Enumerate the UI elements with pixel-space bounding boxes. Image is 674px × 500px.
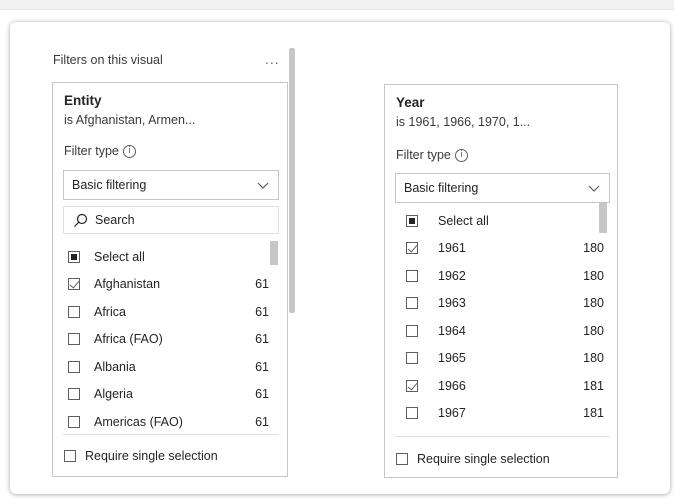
item-label: Select all [438, 213, 489, 228]
checkbox-icon[interactable] [406, 242, 418, 254]
item-label: Select all [94, 249, 145, 264]
item-count: 61 [255, 387, 269, 401]
checkbox-icon[interactable] [68, 250, 80, 263]
checkbox-icon[interactable] [406, 379, 418, 392]
list-item[interactable]: Africa (FAO) 61 [63, 326, 279, 353]
year-filter-card: Year is 1961, 1966, 1970, 1... Filter ty… [384, 84, 618, 478]
checkbox-icon[interactable] [68, 415, 80, 428]
item-label: Africa (FAO) [94, 332, 163, 346]
list-item[interactable]: Albania 61 [63, 353, 279, 380]
value-list: Select all 1961 180 1962 180 1963 180 1964 180 19… [395, 207, 610, 433]
filter-summary: is 1961, 1966, 1970, 1... [396, 115, 531, 129]
checkbox-icon[interactable] [406, 352, 418, 364]
value-list: Select all Afghanistan 61 Africa 61 Africa (F… [63, 243, 279, 433]
checkbox-icon[interactable] [406, 269, 418, 282]
require-single-label: Require single selection [85, 449, 218, 463]
checkbox-icon[interactable] [406, 214, 418, 227]
search-icon [74, 213, 88, 227]
list-item[interactable]: 1963 180 [395, 290, 610, 317]
divider [395, 436, 610, 437]
info-icon[interactable]: i [122, 144, 136, 158]
checkbox-icon[interactable] [68, 305, 80, 318]
item-count: 180 [583, 268, 604, 283]
item-label: 1964 [438, 323, 466, 338]
list-scrollbar[interactable] [599, 203, 607, 233]
top-strip [0, 0, 674, 10]
filter-type-text: Filter type [64, 144, 119, 158]
list-item[interactable]: Africa 61 [63, 298, 279, 325]
item-count: 181 [583, 378, 604, 393]
checkbox-icon[interactable] [406, 297, 418, 309]
search-input[interactable]: Search [63, 206, 279, 234]
dropdown-value: Basic filtering [72, 178, 147, 192]
chevron-down-icon [588, 185, 600, 192]
list-item[interactable]: Afghanistan 61 [63, 271, 279, 298]
list-item[interactable]: Algeria 61 [63, 381, 279, 408]
item-count: 180 [583, 351, 604, 365]
select-all-item[interactable]: Select all [63, 243, 279, 270]
pane-scrollbar[interactable] [289, 48, 295, 313]
checkbox-icon[interactable] [68, 333, 80, 345]
item-count: 61 [255, 277, 269, 291]
list-item[interactable]: 1967 181 [395, 400, 610, 427]
list-item[interactable]: 1962 180 [395, 262, 610, 289]
item-label: 1967 [438, 406, 466, 420]
filter-type-text: Filter type [396, 148, 451, 162]
card-title[interactable]: Year [396, 95, 425, 110]
filter-type-dropdown[interactable]: Basic filtering [395, 173, 610, 203]
list-item[interactable]: 1965 180 [395, 345, 610, 372]
item-label: 1961 [438, 241, 466, 255]
item-label: Algeria [94, 387, 133, 401]
checkbox-icon[interactable] [406, 324, 418, 337]
item-label: Americas (FAO) [94, 414, 183, 429]
item-count: 180 [583, 241, 604, 255]
item-count: 180 [583, 296, 604, 310]
filter-type-label: Filter type i [64, 144, 136, 158]
item-count: 61 [255, 332, 269, 346]
item-label: Albania [94, 359, 136, 374]
list-scrollbar[interactable] [270, 241, 278, 265]
chevron-down-icon [257, 182, 269, 189]
list-item[interactable]: 1966 181 [395, 372, 610, 399]
divider [63, 434, 279, 435]
checkbox-icon[interactable] [68, 360, 80, 373]
require-single-label: Require single selection [417, 452, 550, 466]
filter-type-dropdown[interactable]: Basic filtering [63, 170, 279, 200]
entity-filter-card: Entity is Afghanistan, Armen... Filter t… [52, 82, 288, 477]
item-count: 61 [255, 414, 269, 429]
item-label: Africa [94, 304, 126, 319]
item-label: 1965 [438, 351, 466, 365]
more-options-button[interactable]: ... [265, 51, 280, 67]
checkbox-icon[interactable] [406, 407, 418, 419]
item-count: 61 [255, 359, 269, 374]
item-label: 1963 [438, 296, 466, 310]
select-all-item[interactable]: Select all [395, 207, 610, 234]
search-placeholder: Search [95, 213, 135, 227]
card-title[interactable]: Entity [64, 93, 102, 108]
require-single-selection[interactable]: Require single selection [396, 452, 550, 466]
item-count: 61 [255, 304, 269, 319]
item-label: 1962 [438, 268, 466, 283]
pane-title: Filters on this visual [53, 53, 163, 67]
filter-type-label: Filter type i [396, 148, 468, 162]
list-item[interactable]: 1964 180 [395, 317, 610, 344]
checkbox-icon[interactable] [64, 450, 76, 462]
require-single-selection[interactable]: Require single selection [64, 449, 218, 463]
checkbox-icon[interactable] [68, 278, 80, 290]
checkbox-icon[interactable] [396, 453, 408, 465]
list-item[interactable]: Americas (FAO) 61 [63, 408, 279, 433]
list-item[interactable]: 1961 180 [395, 235, 610, 262]
filter-summary: is Afghanistan, Armen... [64, 113, 196, 127]
item-label: Afghanistan [94, 277, 161, 291]
dropdown-value: Basic filtering [404, 181, 479, 195]
info-icon[interactable]: i [454, 148, 468, 162]
item-count: 181 [583, 406, 604, 420]
checkbox-icon[interactable] [68, 388, 80, 400]
item-count: 180 [583, 323, 604, 338]
item-label: 1966 [438, 378, 466, 393]
